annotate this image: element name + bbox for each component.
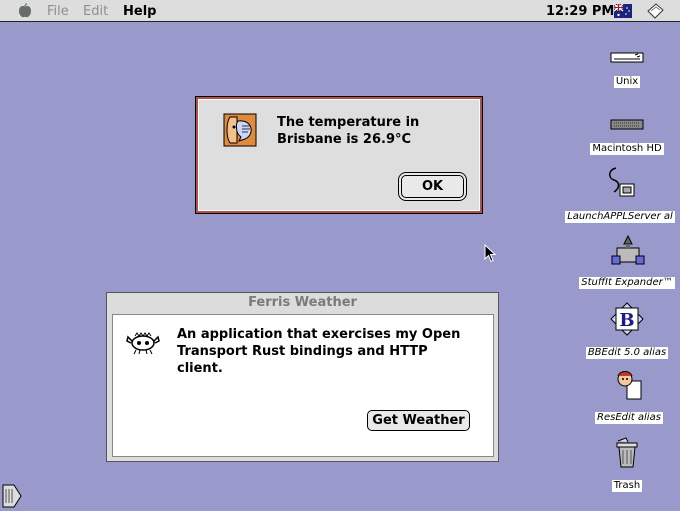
get-weather-button[interactable]: Get Weather xyxy=(367,410,470,431)
desktop-icon-label: ResEdit alias xyxy=(595,412,663,424)
menu-bar: File Edit Help 12:29 PM xyxy=(0,0,680,22)
desktop-icon-label: Unix xyxy=(613,76,641,88)
menu-help[interactable]: Help xyxy=(123,4,156,19)
stuffit-icon xyxy=(611,234,645,265)
description-line: An application that exercises my Open xyxy=(177,327,461,342)
desktop-icon-label: LaunchAPPLServer al xyxy=(565,211,675,223)
apple-menu-icon[interactable] xyxy=(15,3,35,19)
ok-button[interactable]: OK xyxy=(401,175,464,198)
menu-file[interactable]: File xyxy=(47,4,69,19)
control-strip-tab-icon[interactable] xyxy=(2,484,22,508)
desktop-icon-label: StuffIt Expander™ xyxy=(579,277,675,289)
bbedit-icon: B xyxy=(610,302,644,336)
alert-message-line: The temperature in xyxy=(277,115,420,130)
desktop-icon-label: BBEdit 5.0 alias xyxy=(585,347,669,359)
ferris-crab-icon xyxy=(126,332,160,355)
application-menu-icon[interactable] xyxy=(645,2,665,20)
desktop-icon-bbedit[interactable]: B BBEdit 5.0 alias xyxy=(582,302,672,359)
alert-message: The temperature in Brisbane is 26.9°C xyxy=(277,114,467,148)
drive-icon xyxy=(610,52,644,63)
menu-edit[interactable]: Edit xyxy=(83,4,108,19)
alert-message-line: Brisbane is 26.9°C xyxy=(277,132,412,147)
desktop-icon-resedit[interactable]: ResEdit alias xyxy=(589,369,669,424)
desktop-icon-stuffit-expander[interactable]: StuffIt Expander™ xyxy=(573,234,680,289)
desktop-icon-trash[interactable]: Trash xyxy=(601,437,653,492)
desktop-icon-launchapplserver[interactable]: LaunchAPPLServer al xyxy=(561,166,679,223)
hard-disk-icon xyxy=(610,119,644,130)
menu-clock[interactable]: 12:29 PM xyxy=(546,4,614,19)
window-content: An application that exercises my Open Tr… xyxy=(112,314,494,457)
temperature-alert-dialog: The temperature in Brisbane is 26.9°C OK xyxy=(195,96,483,214)
svg-text:B: B xyxy=(619,310,634,331)
keyboard-layout-flag-icon[interactable] xyxy=(614,4,632,18)
note-alert-icon xyxy=(223,113,257,147)
serial-cable-icon xyxy=(609,167,635,197)
mouse-pointer-icon xyxy=(484,244,496,263)
desktop-icon-unix[interactable]: Unix xyxy=(598,50,656,88)
resedit-icon xyxy=(617,371,642,400)
description-line: Transport Rust bindings and HTTP client. xyxy=(177,344,428,376)
desktop-icon-label: Trash xyxy=(611,480,643,492)
trash-icon xyxy=(616,437,638,468)
desktop-icon-label: Macintosh HD xyxy=(590,143,664,155)
ferris-weather-window: Ferris Weather An application that exerc… xyxy=(106,292,499,462)
window-title[interactable]: Ferris Weather xyxy=(107,293,498,313)
desktop-icon-macintosh-hd[interactable]: Macintosh HD xyxy=(588,117,666,155)
window-description: An application that exercises my Open Tr… xyxy=(177,326,477,377)
